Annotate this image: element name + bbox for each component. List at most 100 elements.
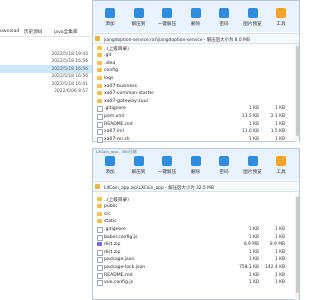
folder-row[interactable]: xa07-gateway-zuul xyxy=(93,97,299,105)
file-name: xa07-mi.sh xyxy=(104,136,130,142)
toolbar-button[interactable]: 密码 xyxy=(213,156,235,175)
explorer-address-bar[interactable]: ownload 历史源码 java全集库 xyxy=(0,27,92,37)
up-folder-icon[interactable] xyxy=(95,35,100,41)
modified-date: 2022/5/18 19:44 xyxy=(51,51,88,57)
archive-path-bar[interactable]: jiangdoption-service.rar\jiangdoption-se… xyxy=(93,33,299,44)
folder-row[interactable]: .git xyxy=(93,52,299,60)
toolbar-button[interactable]: 添加 xyxy=(99,156,121,175)
path-segment[interactable]: ownload xyxy=(0,29,19,34)
scrollbar[interactable] xyxy=(295,195,299,300)
file-row[interactable]: .gitignore 1 KB 1 KB xyxy=(93,225,299,233)
explorer-row[interactable]: 2022/5/18 16:41 xyxy=(0,80,92,88)
folder-row[interactable]: ..(上级目录) xyxy=(93,195,299,203)
explorer-row[interactable]: 2022/6/06 8:57 xyxy=(0,88,92,96)
folder-icon xyxy=(97,196,102,201)
toolbar-button[interactable]: 一键解压 xyxy=(156,156,178,175)
packed-size: 8.9 MB xyxy=(269,242,285,248)
add-icon xyxy=(105,156,115,166)
file-row[interactable]: xa07-mi.sh 1 KB 1 KB xyxy=(93,135,299,143)
file-name: static xyxy=(104,219,117,225)
folder-icon xyxy=(97,204,102,209)
toolbar-button[interactable]: 删除 xyxy=(185,156,207,175)
toolbar-button[interactable]: 图片预览 xyxy=(242,156,264,175)
folder-row[interactable]: public xyxy=(93,203,299,211)
original-size: 1 KB xyxy=(248,249,259,255)
toolbar-button[interactable]: 添加 xyxy=(99,8,121,27)
original-size: 1 KB xyxy=(248,106,259,112)
tools-icon xyxy=(276,156,286,166)
folder-row[interactable]: config xyxy=(93,67,299,75)
file-row[interactable]: dist.zip 8.9 MB 8.9 MB xyxy=(93,241,299,249)
toolbar-button[interactable]: 删除 xyxy=(185,8,207,27)
window-title: LXCoin_app - 360压缩 xyxy=(96,148,137,154)
toolbar-button[interactable]: 解压到 xyxy=(128,8,150,27)
file-row[interactable]: README.md 1 KB 1 KB xyxy=(93,120,299,128)
file-icon xyxy=(97,280,103,287)
explorer-row[interactable]: 2022/5/18 16:56 xyxy=(0,58,92,66)
archive-path: LXCoin_app.zip\LXCoin_app - 解压后大小为 32.5 … xyxy=(104,185,214,191)
folder-row[interactable]: .idea xyxy=(93,59,299,67)
scrollbar[interactable] xyxy=(295,44,299,142)
archive-path-bar[interactable]: LXCoin_app.zip\LXCoin_app - 解压后大小为 32.5 … xyxy=(93,181,299,192)
modified-date: 2022/6/06 8:57 xyxy=(54,89,88,95)
folder-row[interactable]: ..(上级目录) xyxy=(93,44,299,52)
toolbar-button[interactable]: 解压到 xyxy=(128,156,150,175)
packed-size: 1 KB xyxy=(274,106,285,112)
file-row[interactable]: package.json 1 KB 1 KB xyxy=(93,256,299,264)
file-row[interactable]: dist.zip 1 KB 1 KB xyxy=(93,248,299,256)
file-name: src xyxy=(104,211,111,217)
archive-window-lxcoin: LXCoin_app - 360压缩 添加 解压到 一键解压 删除 密码 图片预览 工具 L… xyxy=(92,148,300,300)
folder-row[interactable]: logs xyxy=(93,74,299,82)
original-size: 13.5 KB xyxy=(241,114,259,120)
file-row[interactable]: xa07.iml 11.0 KB 1.5 KB xyxy=(93,128,299,136)
file-name: public xyxy=(104,204,118,210)
original-size: 1 KB xyxy=(248,121,259,127)
file-name: vue.config.js xyxy=(104,280,134,286)
path-segment[interactable]: java全集库 xyxy=(54,29,77,35)
toolbar-button-label: 一键解压 xyxy=(157,170,177,175)
original-size: 1 KB xyxy=(248,136,259,142)
file-row[interactable]: babel.config.js 1 KB 1 KB xyxy=(93,233,299,241)
file-name: babel.config.js xyxy=(104,234,138,240)
toolbar-button[interactable]: 图片预览 xyxy=(242,8,264,27)
toolbar-button[interactable]: 工具 xyxy=(270,156,292,175)
up-folder-icon[interactable] xyxy=(95,183,100,189)
file-name: .git xyxy=(104,53,112,59)
original-size: 11.0 KB xyxy=(241,129,259,135)
file-name: xa07-gateway-zuul xyxy=(104,98,148,104)
packed-size: 1 KB xyxy=(274,121,285,127)
toolbar-button[interactable]: 一键解压 xyxy=(156,8,178,27)
file-row[interactable]: package-lock.json 758.1 KB 142.4 KB xyxy=(93,263,299,271)
password-icon xyxy=(219,156,229,166)
explorer-row[interactable]: 2022/5/18 16:56 xyxy=(0,73,92,81)
folder-row[interactable]: xa07-common-starter xyxy=(93,90,299,98)
path-segment[interactable]: 历史源码 xyxy=(24,29,42,35)
modified-date: 2022/5/18 16:56 xyxy=(51,74,88,80)
explorer-row-selected[interactable]: 2022/5/18 16:56 xyxy=(0,65,92,73)
toolbar-button-label: 删除 xyxy=(190,170,201,175)
tools-icon xyxy=(276,8,286,18)
file-row[interactable]: pom.xml 13.5 KB 2.1 KB xyxy=(93,112,299,120)
folder-icon xyxy=(97,68,102,73)
add-icon xyxy=(105,8,115,18)
file-row[interactable]: vue.config.js 1 KB 1 KB xyxy=(93,279,299,287)
folder-row[interactable]: src xyxy=(93,210,299,218)
toolbar-button[interactable]: 密码 xyxy=(213,8,235,27)
one-click-extract-icon xyxy=(162,156,172,166)
packed-size: 2.1 KB xyxy=(270,114,285,120)
packed-size: 142.4 KB xyxy=(265,265,285,271)
file-row[interactable]: .gitignore 1 KB 1 KB xyxy=(93,105,299,113)
folder-row[interactable]: static xyxy=(93,218,299,226)
folder-row[interactable]: xa07-business xyxy=(93,82,299,90)
scrollbar-thumb[interactable] xyxy=(295,197,299,293)
file-row[interactable]: README.md 1 KB 1 KB xyxy=(93,271,299,279)
folder-icon xyxy=(97,60,102,65)
packed-size: 1 KB xyxy=(274,272,285,278)
toolbar-button[interactable]: 工具 xyxy=(270,8,292,27)
file-name: config xyxy=(104,68,119,74)
file-name: README.md xyxy=(104,121,133,127)
folder-icon xyxy=(97,45,102,50)
explorer-row[interactable]: 2022/5/18 19:44 xyxy=(0,50,92,58)
password-icon xyxy=(219,8,229,18)
scrollbar-thumb[interactable] xyxy=(295,46,299,136)
